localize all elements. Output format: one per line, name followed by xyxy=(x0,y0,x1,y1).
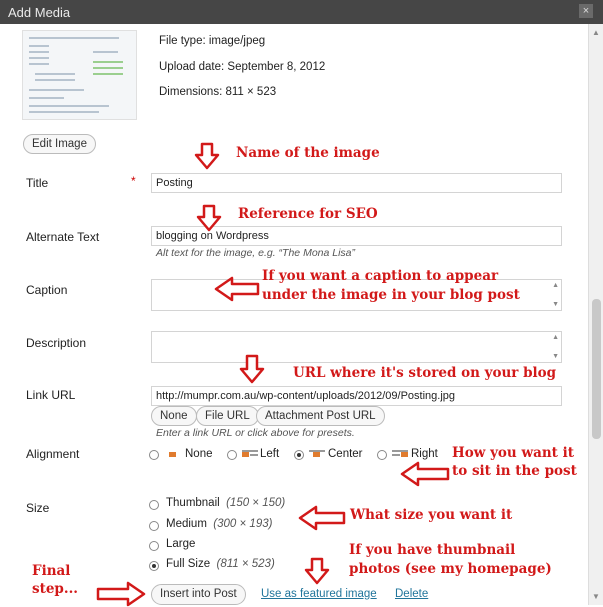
required-marker: * xyxy=(131,174,136,188)
title-label: Title xyxy=(26,176,49,190)
align-left-icon xyxy=(242,450,258,459)
align-right-radio[interactable] xyxy=(377,450,387,460)
align-none-icon xyxy=(165,450,181,459)
size-medium-option: Medium (300 × 193) xyxy=(166,518,273,530)
arrow-right-icon xyxy=(96,581,146,607)
annotation-sit-2: to sit in the post xyxy=(452,463,577,479)
image-thumbnail xyxy=(22,30,137,120)
arrow-left-icon xyxy=(214,276,260,302)
close-icon[interactable]: × xyxy=(579,4,593,18)
link-file-url-button[interactable]: File URL xyxy=(196,406,259,426)
arrow-down-icon xyxy=(304,557,330,585)
annotation-seo: Reference for SEO xyxy=(238,206,378,222)
annotation-final-2: step... xyxy=(32,581,78,597)
link-url-label: Link URL xyxy=(26,388,76,402)
arrow-down-icon xyxy=(194,142,220,170)
link-attachment-post-button[interactable]: Attachment Post URL xyxy=(256,406,385,426)
align-right-label: Right xyxy=(411,448,438,460)
media-details-panel: File type: image/jpeg Upload date: Septe… xyxy=(0,24,588,607)
size-thumbnail-radio[interactable] xyxy=(149,500,159,510)
size-medium-radio[interactable] xyxy=(149,521,159,531)
align-left-label: Left xyxy=(260,448,280,460)
alignment-label: Alignment xyxy=(26,447,80,461)
link-url-input[interactable]: http://mumpr.com.au/wp-content/uploads/2… xyxy=(151,386,562,406)
description-textarea[interactable]: ▲ ▼ xyxy=(151,331,562,363)
caption-label: Caption xyxy=(26,283,68,297)
arrow-down-icon xyxy=(196,204,222,232)
size-thumbnail-option: Thumbnail (150 × 150) xyxy=(166,497,286,509)
align-center-radio[interactable] xyxy=(294,450,304,460)
scroll-down-icon[interactable]: ▼ xyxy=(592,592,600,601)
scrollbar-thumb[interactable] xyxy=(592,299,601,439)
alt-text-help: Alt text for the image, e.g. “The Mona L… xyxy=(156,247,356,259)
dimensions: Dimensions: 811 × 523 xyxy=(159,86,277,98)
align-none-radio[interactable] xyxy=(149,450,159,460)
align-center-label: Center xyxy=(328,448,363,460)
arrow-left-icon xyxy=(298,505,346,531)
scroll-up-icon[interactable]: ▲ xyxy=(592,28,600,37)
align-right-icon xyxy=(392,450,408,459)
alt-text-label: Alternate Text xyxy=(26,230,100,244)
annotation-caption-2: under the image in your blog post xyxy=(262,287,520,303)
title-input[interactable]: Posting xyxy=(151,173,562,193)
annotation-caption-1: If you want a caption to appear xyxy=(262,268,499,284)
upload-date: Upload date: September 8, 2012 xyxy=(159,61,326,73)
annotation-sit-1: How you want it xyxy=(452,445,574,461)
insert-into-post-button[interactable]: Insert into Post xyxy=(151,584,246,605)
annotation-name: Name of the image xyxy=(236,145,380,161)
annotation-size: What size you want it xyxy=(350,507,513,523)
size-large-option: Large xyxy=(166,538,196,550)
description-label: Description xyxy=(26,336,87,350)
arrow-down-icon xyxy=(239,354,265,384)
annotation-thumbnail-1: If you have thumbnail xyxy=(349,542,516,558)
vertical-scrollbar[interactable]: ▲ ▼ xyxy=(588,24,603,605)
featured-image-link[interactable]: Use as featured image xyxy=(261,588,377,600)
annotation-final-1: Final xyxy=(32,563,71,579)
link-none-button[interactable]: None xyxy=(151,406,197,426)
dialog-titlebar: Add Media × xyxy=(0,0,603,24)
dialog-title: Add Media xyxy=(8,5,71,20)
size-large-radio[interactable] xyxy=(149,541,159,551)
align-left-radio[interactable] xyxy=(227,450,237,460)
delete-link[interactable]: Delete xyxy=(395,588,428,600)
size-full-radio[interactable] xyxy=(149,561,159,571)
align-center-icon xyxy=(309,450,325,459)
size-label: Size xyxy=(26,501,50,515)
link-url-help: Enter a link URL or click above for pres… xyxy=(156,427,355,439)
align-none-label: None xyxy=(185,448,213,460)
edit-image-button[interactable]: Edit Image xyxy=(23,134,96,154)
file-type: File type: image/jpeg xyxy=(159,35,266,47)
annotation-url: URL where it's stored on your blog xyxy=(293,365,557,381)
annotation-thumbnail-2: photos (see my homepage) xyxy=(349,561,552,577)
arrow-left-icon xyxy=(400,461,450,487)
size-full-option: Full Size (811 × 523) xyxy=(166,558,275,570)
